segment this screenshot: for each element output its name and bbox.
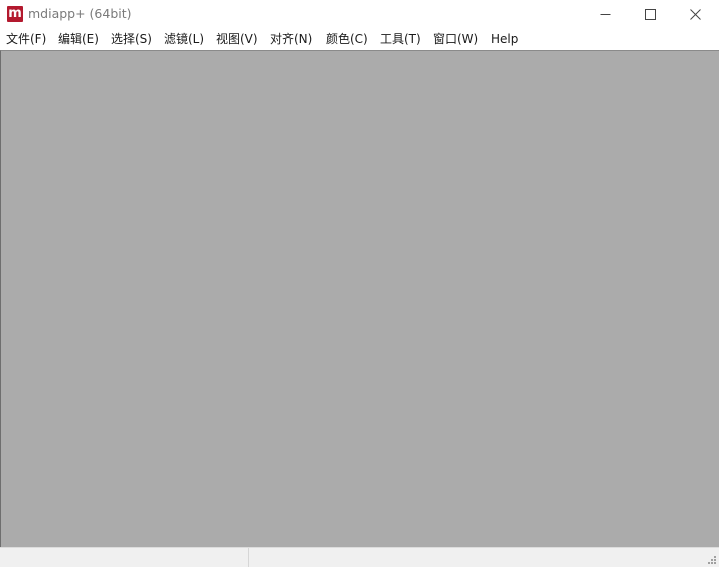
menu-edit[interactable]: 编辑(E) xyxy=(58,29,99,50)
menu-filter[interactable]: 滤镜(L) xyxy=(164,29,204,50)
status-pane-secondary xyxy=(249,548,704,567)
app-icon[interactable]: m xyxy=(7,6,23,22)
menu-select[interactable]: 选择(S) xyxy=(111,29,152,50)
resize-grip-icon[interactable] xyxy=(706,554,717,565)
app-window: m mdiapp+ (64bit) 文件(F) 编辑(E) 选择(S) 滤镜(L… xyxy=(0,0,719,567)
menu-file[interactable]: 文件(F) xyxy=(6,29,46,50)
menu-bar: 文件(F) 编辑(E) 选择(S) 滤镜(L) 视图(V) 对齐(N) 颜色(C… xyxy=(0,29,719,50)
menu-tools[interactable]: 工具(T) xyxy=(380,29,421,50)
menu-help[interactable]: Help xyxy=(491,29,518,50)
menu-window[interactable]: 窗口(W) xyxy=(433,29,478,50)
mdi-client-area[interactable] xyxy=(0,50,719,547)
maximize-icon xyxy=(645,9,656,20)
window-title: mdiapp+ (64bit) xyxy=(28,6,132,21)
close-icon xyxy=(690,9,701,20)
maximize-button[interactable] xyxy=(628,0,674,29)
minimize-icon xyxy=(600,14,611,15)
status-bar xyxy=(0,547,719,567)
menu-align[interactable]: 对齐(N) xyxy=(270,29,312,50)
menu-color[interactable]: 颜色(C) xyxy=(326,29,368,50)
status-pane-main xyxy=(0,548,249,567)
menu-view[interactable]: 视图(V) xyxy=(216,29,258,50)
close-button[interactable] xyxy=(673,0,719,29)
title-bar[interactable]: m mdiapp+ (64bit) xyxy=(0,0,719,29)
minimize-button[interactable] xyxy=(583,0,629,29)
